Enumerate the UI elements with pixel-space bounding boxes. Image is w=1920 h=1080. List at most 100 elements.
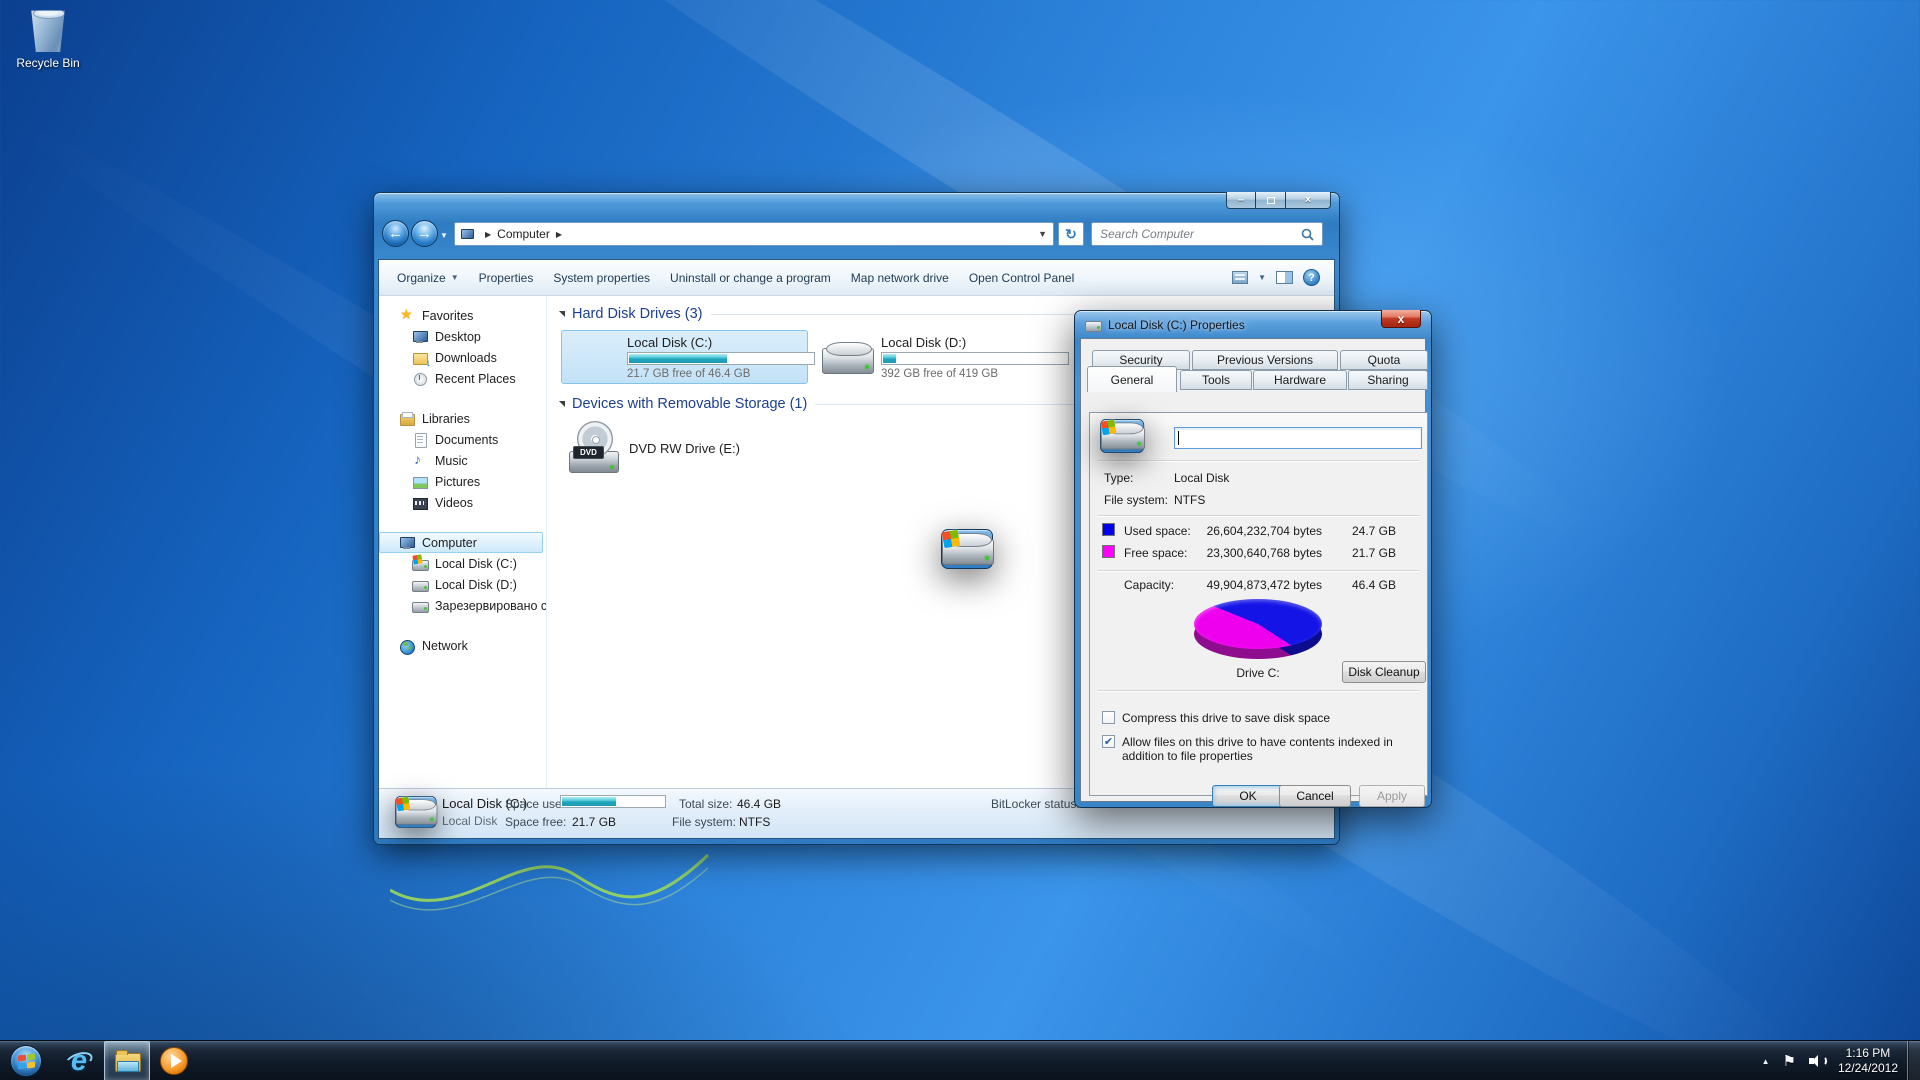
tab-tools[interactable]: Tools (1180, 370, 1252, 390)
file-system-value: NTFS (739, 815, 770, 829)
back-button[interactable]: ← (382, 220, 409, 247)
open-control-panel-button[interactable]: Open Control Panel (959, 266, 1084, 290)
computer-icon (461, 229, 474, 239)
tab-quota[interactable]: Quota (1340, 350, 1428, 370)
sidebar-item-label: Downloads (435, 351, 497, 365)
sidebar-item-favorites[interactable]: Favorites (379, 305, 546, 326)
sidebar-item-documents[interactable]: Documents (379, 429, 546, 450)
sidebar-item-videos[interactable]: Videos (379, 492, 546, 513)
capacity-bar (881, 352, 1069, 365)
total-size-label: Total size: (679, 797, 732, 811)
breadcrumb-arrow-icon[interactable]: ▶ (556, 230, 562, 239)
sidebar-item-downloads[interactable]: Downloads (379, 347, 546, 368)
group-title[interactable]: Hard Disk Drives (3) (572, 306, 703, 322)
drive-free-text: 392 GB free of 419 GB (881, 368, 1069, 380)
window-controls: – × (1226, 192, 1331, 209)
properties-button[interactable]: Properties (469, 266, 544, 290)
action-center-flag-icon[interactable]: ⚑ (1782, 1052, 1795, 1070)
space-free-label: Space free: (505, 815, 566, 829)
drive-d-icon (412, 577, 429, 593)
recycle-bin-desktop-icon[interactable]: Recycle Bin (10, 6, 86, 70)
forward-button[interactable]: → (411, 220, 438, 247)
refresh-button[interactable]: ↻ (1058, 222, 1084, 246)
sidebar-item-libraries[interactable]: Libraries (379, 408, 546, 429)
drive-tile-dvd[interactable]: DVD DVD RW Drive (E:) (567, 420, 814, 476)
drive-d-icon (822, 337, 874, 377)
recent-pages-dropdown[interactable]: ▼ (440, 231, 448, 240)
sidebar-item-reserved[interactable]: Зарезервировано с (379, 595, 546, 616)
address-dropdown-icon[interactable]: ▼ (1038, 229, 1047, 239)
drive-c-icon (1100, 419, 1144, 453)
command-toolbar: Organize▼ Properties System properties U… (379, 260, 1334, 296)
views-icon[interactable] (1232, 271, 1248, 284)
sidebar-item-label: Music (435, 454, 468, 468)
breadcrumb-arrow-icon[interactable]: ▶ (485, 230, 491, 239)
file-system-value: NTFS (1174, 493, 1205, 507)
drive-tile-c[interactable]: Local Disk (C:) 21.7 GB free of 46.4 GB (561, 330, 808, 384)
sidebar-item-recent-places[interactable]: Recent Places (379, 368, 546, 389)
search-box[interactable]: Search Computer (1091, 222, 1323, 246)
file-system-label: File system: (672, 815, 736, 829)
dialog-close-button[interactable]: x (1381, 310, 1421, 328)
index-checkbox-label[interactable]: Allow files on this drive to have conten… (1122, 735, 1424, 763)
sidebar-item-label: Зарезервировано с (435, 599, 547, 613)
tab-hardware[interactable]: Hardware (1253, 370, 1347, 390)
sidebar-item-computer[interactable]: Computer (379, 532, 543, 553)
index-checkbox[interactable]: ✔ (1102, 735, 1115, 748)
maximize-icon (1267, 197, 1275, 204)
show-hidden-icons-button[interactable]: ▲ (1762, 1057, 1770, 1066)
tab-sharing[interactable]: Sharing (1348, 370, 1428, 390)
preview-pane-icon[interactable] (1276, 271, 1293, 284)
address-bar[interactable]: ▶ Computer ▶ ▼ (454, 222, 1054, 246)
map-network-drive-button[interactable]: Map network drive (841, 266, 959, 290)
used-space-bytes: 26,604,232,704 bytes (1180, 524, 1322, 538)
close-button[interactable]: × (1285, 192, 1331, 209)
file-system-label: File system: (1104, 493, 1168, 507)
group-title[interactable]: Devices with Removable Storage (1) (572, 396, 807, 412)
sidebar-item-local-disk-d[interactable]: Local Disk (D:) (379, 574, 546, 595)
start-button[interactable] (10, 1045, 42, 1077)
ok-button[interactable]: OK (1212, 785, 1284, 807)
system-properties-button[interactable]: System properties (543, 266, 660, 290)
compress-checkbox[interactable] (1102, 711, 1115, 724)
type-value: Local Disk (1174, 471, 1229, 485)
sidebar-item-pictures[interactable]: Pictures (379, 471, 546, 492)
disk-cleanup-button[interactable]: Disk Cleanup (1342, 661, 1426, 683)
media-player-taskbar-icon[interactable] (158, 1045, 190, 1077)
volume-speaker-icon[interactable] (1809, 1054, 1825, 1068)
organize-menu[interactable]: Organize▼ (387, 266, 469, 290)
views-dropdown-icon[interactable]: ▼ (1258, 273, 1266, 282)
drive-tile-d[interactable]: Local Disk (D:) 392 GB free of 419 GB (815, 330, 1062, 384)
show-desktop-button[interactable] (1907, 1041, 1920, 1080)
used-space-size: 24.7 GB (1330, 524, 1396, 538)
cancel-button[interactable]: Cancel (1279, 785, 1351, 807)
sidebar-item-local-disk-c[interactable]: Local Disk (C:) (379, 553, 546, 574)
sidebar-item-label: Network (422, 639, 468, 653)
search-icon[interactable] (1301, 228, 1314, 241)
sidebar-item-label: Local Disk (D:) (435, 578, 517, 592)
tab-previous-versions[interactable]: Previous Versions (1192, 350, 1338, 370)
toolbar-right-icons: ▼ ? (1232, 269, 1326, 286)
taskbar-clock[interactable]: 1:16 PM 12/24/2012 (1838, 1046, 1898, 1076)
internet-explorer-taskbar-icon[interactable]: e (62, 1044, 96, 1078)
compress-checkbox-label[interactable]: Compress this drive to save disk space (1122, 711, 1330, 725)
uninstall-program-button[interactable]: Uninstall or change a program (660, 266, 841, 290)
favorites-star-icon (399, 308, 416, 324)
tab-general[interactable]: General (1087, 366, 1177, 392)
downloads-icon (412, 350, 429, 366)
collapse-group-icon[interactable] (559, 401, 565, 407)
sidebar-item-network[interactable]: Network (379, 635, 546, 656)
capacity-size: 46.4 GB (1330, 578, 1396, 592)
breadcrumb-computer[interactable]: Computer (497, 227, 550, 241)
sidebar-item-desktop[interactable]: Desktop (379, 326, 546, 347)
collapse-group-icon[interactable] (559, 311, 565, 317)
separator (1098, 690, 1419, 692)
volume-label-input[interactable] (1174, 427, 1422, 449)
sidebar-item-label: Local Disk (C:) (435, 557, 517, 571)
help-icon[interactable]: ? (1303, 269, 1320, 286)
minimize-button[interactable]: – (1226, 192, 1256, 209)
sidebar-item-music[interactable]: Music (379, 450, 546, 471)
maximize-button[interactable] (1256, 192, 1285, 209)
pie-drive-label: Drive C: (1194, 666, 1322, 680)
windows-explorer-taskbar-button-active[interactable] (104, 1041, 150, 1080)
